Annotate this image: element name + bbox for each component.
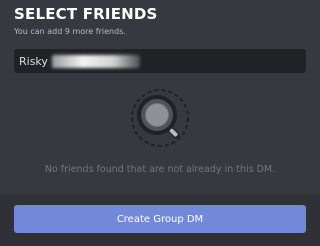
redacted-text: [51, 54, 140, 68]
magnifier-icon: [128, 86, 192, 150]
friend-search-input[interactable]: Risky: [14, 49, 306, 73]
friends-remaining-text: You can add 9 more friends.: [14, 27, 126, 36]
search-input-value: Risky: [19, 54, 48, 68]
create-group-dm-button[interactable]: Create Group DM: [14, 205, 306, 233]
select-friends-popout: SELECT FRIENDS You can add 9 more friend…: [0, 0, 320, 246]
popout-title: SELECT FRIENDS: [14, 5, 158, 23]
empty-state-message: No friends found that are not already in…: [44, 164, 276, 175]
